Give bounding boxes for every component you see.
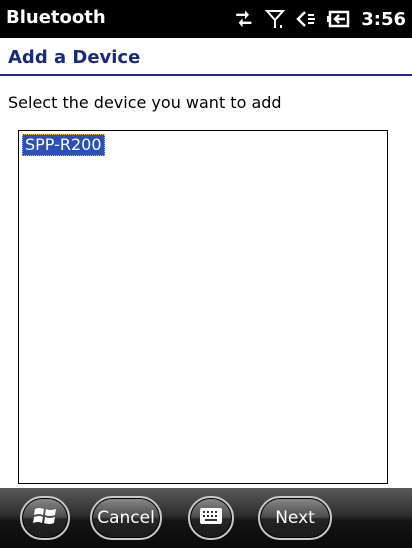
speaker-volume-icon[interactable] (295, 8, 317, 30)
clock[interactable]: 3:56 (361, 9, 406, 30)
keyboard-icon (199, 507, 223, 530)
battery-charging-icon[interactable] (327, 8, 351, 30)
page-header: Add a Device (0, 38, 412, 76)
device-list[interactable]: SPP-R200 (18, 130, 388, 484)
softkey-bar: Cancel Next (0, 488, 412, 548)
cancel-button[interactable]: Cancel (90, 496, 162, 540)
status-icons: 3:56 (233, 4, 406, 34)
signal-antenna-icon[interactable] (265, 8, 286, 30)
next-button[interactable]: Next (258, 496, 332, 540)
start-button[interactable] (20, 496, 70, 540)
page-title: Add a Device (8, 47, 141, 68)
app-title: Bluetooth (6, 7, 106, 28)
data-connection-icon[interactable] (233, 8, 255, 30)
title-bar: Bluetooth 3:56 (0, 0, 412, 38)
windows-start-icon (30, 501, 60, 536)
list-item-spp-r200[interactable]: SPP-R200 (22, 134, 105, 156)
keyboard-button[interactable] (188, 496, 234, 540)
header-divider (0, 74, 412, 76)
instruction-text: Select the device you want to add (8, 93, 282, 112)
